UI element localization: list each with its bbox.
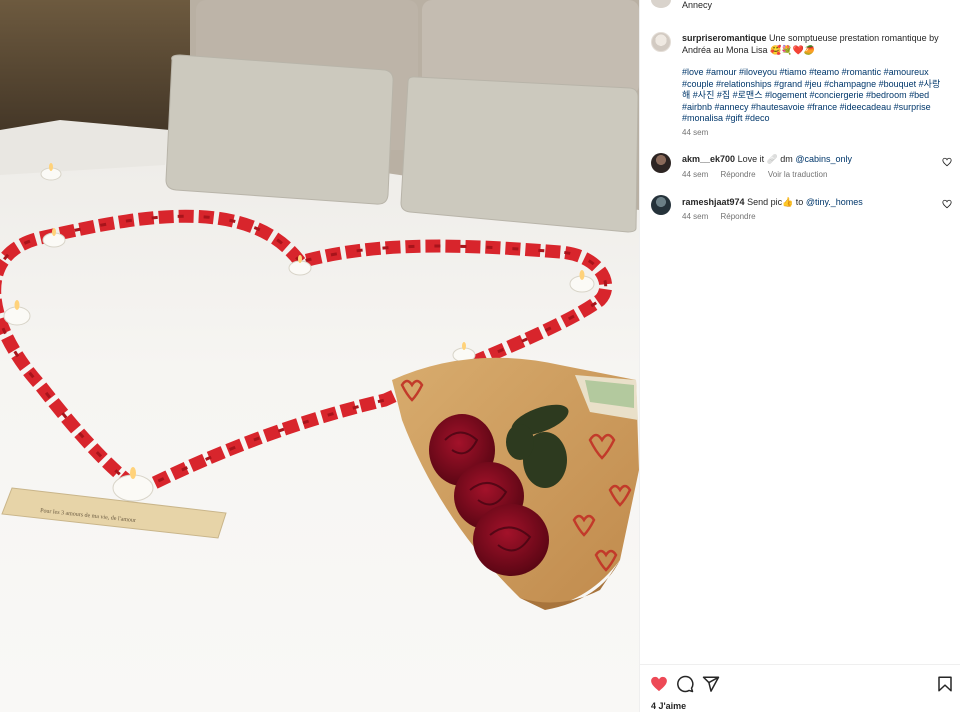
share-icon[interactable] [702,675,720,693]
comment-username[interactable]: akm__ek700 [682,154,735,164]
post-sidebar: Annecy surpriseromantique Une somptueuse… [639,0,960,712]
post-header: Annecy [640,0,960,14]
action-bar: 4 J'aime [640,664,960,712]
caption-time[interactable]: 44 sem [682,128,708,137]
comment-icon[interactable] [676,675,694,693]
comment-text: Send pic👍 to [747,197,806,207]
translate-button[interactable]: Voir la traduction [768,170,828,179]
reply-button[interactable]: Répondre [720,170,755,179]
comment-avatar[interactable] [651,153,671,173]
post-photo[interactable]: Pour les 3 amours de ma vie, de l'amour [0,0,639,712]
comment-meta: 44 sem Répondre [682,212,766,221]
comment-mention[interactable]: @tiny._homes [806,197,863,207]
likes-count[interactable]: 4 J'aime [651,701,686,711]
caption-hashtags[interactable]: #love #amour #iloveyou #tiamo #teamo #ro… [682,67,944,125]
location-link[interactable]: Annecy [682,0,712,10]
photo-illustration: Pour les 3 amours de ma vie, de l'amour [0,0,639,712]
comment: rameshjaat974 Send pic👍 to @tiny._homes [682,196,942,208]
author-avatar[interactable] [651,0,671,8]
reply-button[interactable]: Répondre [720,212,755,221]
comment-mention[interactable]: @cabins_only [795,154,852,164]
heart-filled-icon[interactable] [650,675,668,693]
heart-outline-icon[interactable] [942,157,952,167]
caption-avatar[interactable] [651,32,671,52]
comment-time[interactable]: 44 sem [682,212,708,221]
comment-meta: 44 sem Répondre Voir la traduction [682,170,837,179]
comment: akm__ek700 Love it 🩹 dm @cabins_only [682,153,942,165]
caption-username[interactable]: surpriseromantique [682,33,767,43]
bookmark-icon[interactable] [936,675,954,693]
post-caption: surpriseromantique Une somptueuse presta… [682,32,944,56]
comment-time[interactable]: 44 sem [682,170,708,179]
comment-text: Love it 🩹 dm [737,154,796,164]
comment-avatar[interactable] [651,195,671,215]
heart-outline-icon[interactable] [942,199,952,209]
comment-username[interactable]: rameshjaat974 [682,197,745,207]
